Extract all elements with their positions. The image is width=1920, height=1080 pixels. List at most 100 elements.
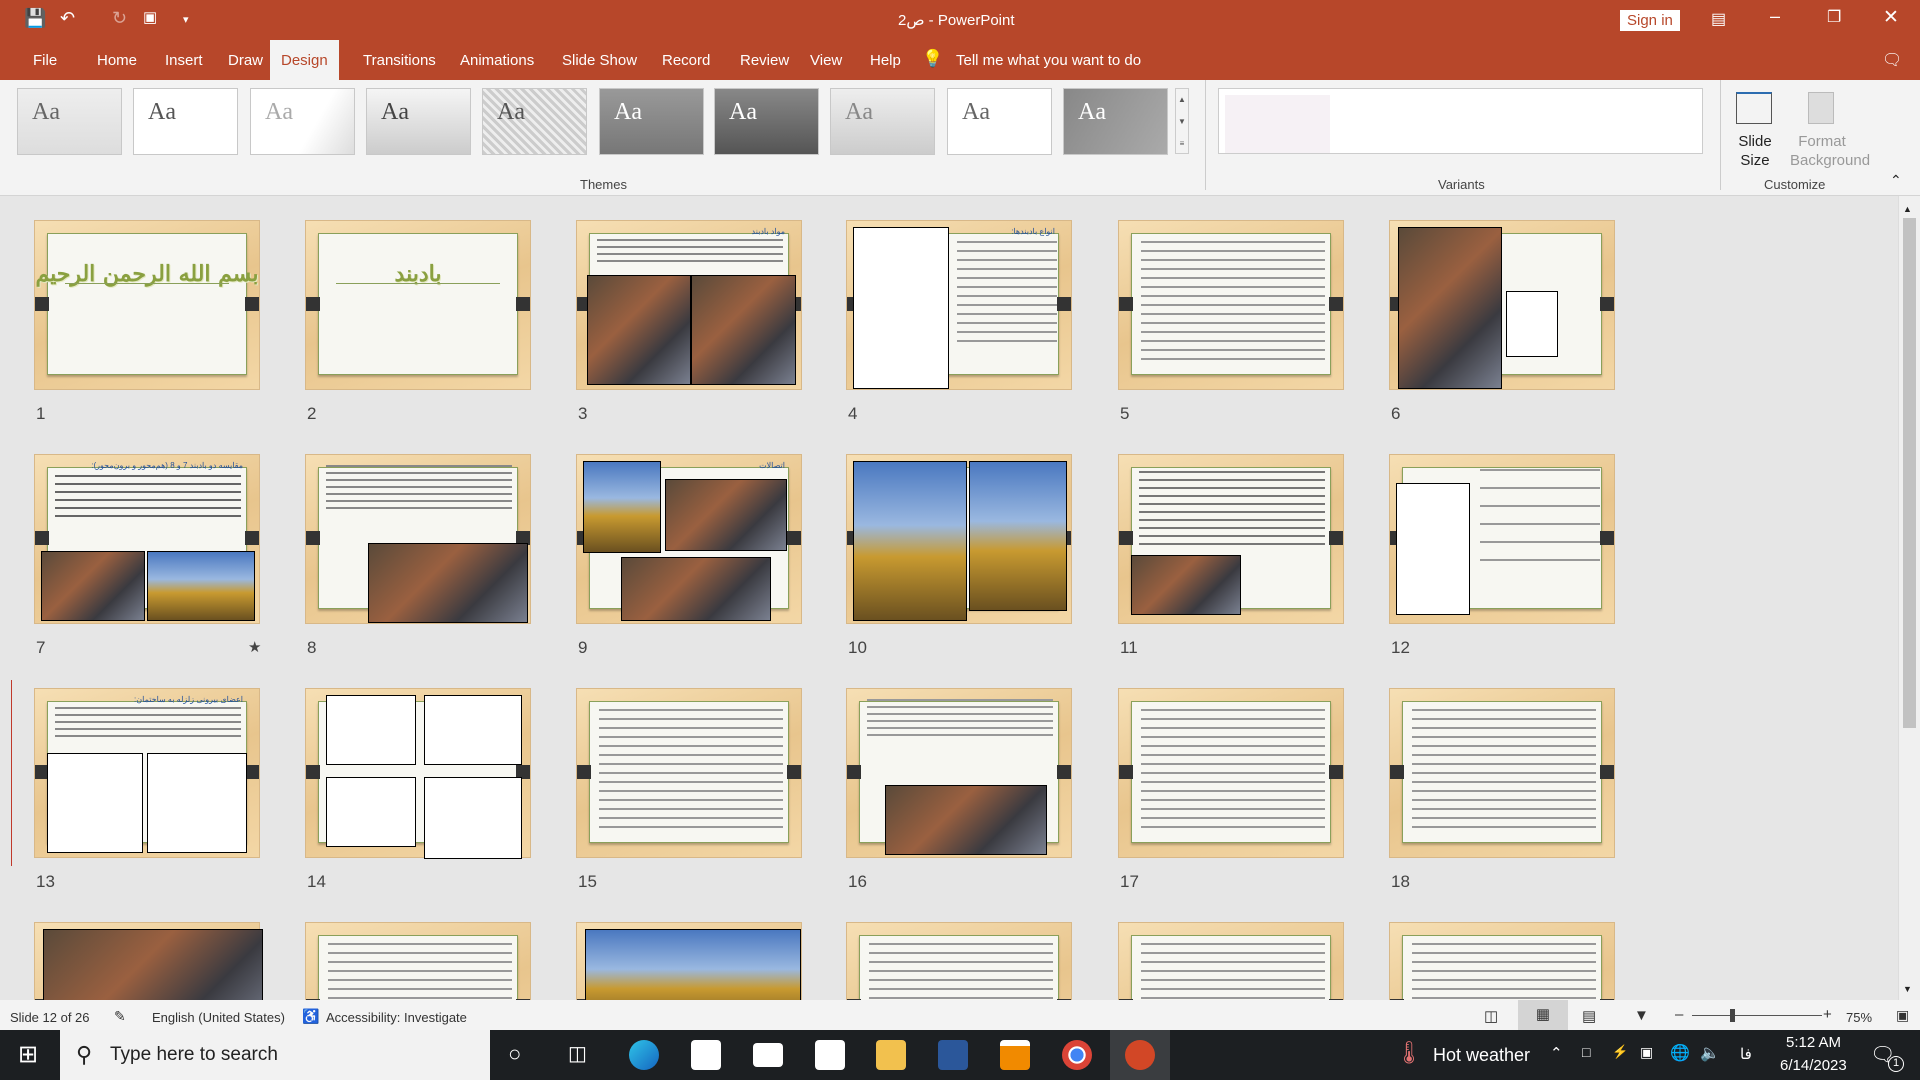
theme-option[interactable]: Aa (714, 88, 819, 155)
theme-option[interactable]: Aa (1063, 88, 1168, 155)
vertical-scrollbar[interactable]: ▲ ▼ (1898, 196, 1920, 1000)
slide-thumbnail[interactable] (576, 922, 802, 1000)
tab-help[interactable]: Help (859, 40, 912, 80)
zoom-out-button[interactable]: – (1675, 1006, 1683, 1023)
zoom-in-button[interactable]: + (1823, 1006, 1832, 1023)
close-button[interactable]: ✕ (1883, 6, 1899, 29)
volume-icon[interactable]: 🔈 (1700, 1043, 1720, 1063)
edge-icon[interactable] (629, 1040, 659, 1070)
tab-review[interactable]: Review (729, 40, 800, 80)
slide-thumbnail[interactable]: اتصالات (576, 454, 802, 624)
tab-home[interactable]: Home (86, 40, 148, 80)
slide-thumbnail[interactable] (305, 454, 531, 624)
slide-sorter-view-icon[interactable]: ▦ (1518, 1000, 1568, 1030)
fit-to-window-icon[interactable]: ▣ (1896, 1007, 1909, 1024)
sign-in-button[interactable]: Sign in (1620, 10, 1680, 31)
slide-thumbnail[interactable]: مواد بادبند (576, 220, 802, 390)
store-icon[interactable] (691, 1040, 721, 1070)
file-explorer-icon[interactable] (876, 1040, 906, 1070)
power-icon[interactable]: ⚡ (1612, 1044, 1628, 1060)
theme-option[interactable]: Aa (17, 88, 122, 155)
accessibility-status[interactable]: Accessibility: Investigate (326, 1010, 467, 1025)
mail-icon[interactable] (753, 1043, 783, 1067)
tab-design[interactable]: Design (270, 40, 339, 80)
tab-insert[interactable]: Insert (154, 40, 214, 80)
windows-start-icon[interactable]: ⊞ (18, 1040, 38, 1069)
slide-thumbnail[interactable] (1118, 220, 1344, 390)
tell-me-search[interactable]: Tell me what you want to do (956, 52, 1141, 69)
slide-thumbnail[interactable] (576, 688, 802, 858)
slide-thumbnail[interactable] (1118, 454, 1344, 624)
task-view-icon[interactable]: ◫ (568, 1041, 587, 1066)
slide-thumbnail[interactable] (1389, 220, 1615, 390)
theme-option[interactable]: Aa (250, 88, 355, 155)
theme-option[interactable]: Aa (133, 88, 238, 155)
comments-icon[interactable]: 🗨 (1882, 50, 1902, 70)
variants-gallery[interactable] (1218, 88, 1703, 154)
tab-transitions[interactable]: Transitions (352, 40, 447, 80)
language-status[interactable]: English (United States) (152, 1010, 285, 1025)
slide-thumbnail[interactable] (305, 922, 531, 1000)
theme-option[interactable]: Aa (830, 88, 935, 155)
theme-option[interactable]: Aa (366, 88, 471, 155)
photos-icon[interactable] (815, 1040, 845, 1070)
tab-record[interactable]: Record (651, 40, 721, 80)
network-status-icon[interactable]: ▣ (1640, 1044, 1653, 1061)
slide-thumbnail[interactable] (1118, 688, 1344, 858)
slide-thumbnail[interactable] (305, 688, 531, 859)
format-background-button[interactable]: Format Background (1790, 132, 1870, 170)
zoom-slider[interactable] (1692, 1015, 1822, 1016)
slide-thumbnail[interactable] (1389, 454, 1615, 624)
cortana-icon[interactable]: ○ (508, 1041, 521, 1067)
minimize-button[interactable]: – (1770, 6, 1780, 27)
theme-option[interactable]: Aa (599, 88, 704, 155)
powerpoint-taskbar-button[interactable] (1110, 1030, 1170, 1080)
slide-thumbnail[interactable]: بادبند (305, 220, 531, 390)
slide-thumbnail[interactable]: اعضای بیرونی زلزله به ساختمان: (34, 688, 260, 858)
undo-icon[interactable]: ↶ (60, 8, 75, 29)
accessibility-icon[interactable]: ♿ (302, 1008, 319, 1025)
theme-option[interactable]: Aa (482, 88, 587, 155)
normal-view-icon[interactable]: ◫ (1484, 1007, 1498, 1025)
slide-thumbnail[interactable]: مقایسه دو بادبند 7 و 8 (هم‌محور و برون‌م… (34, 454, 260, 624)
scroll-thumb[interactable] (1903, 218, 1916, 728)
collapse-ribbon-icon[interactable]: ⌃ (1890, 172, 1902, 189)
slide-thumbnail[interactable]: انواع بادبندها: (846, 220, 1072, 390)
slide-size-icon[interactable] (1736, 92, 1772, 124)
slide-thumbnail[interactable] (1389, 922, 1615, 1000)
slide-thumbnail[interactable]: بسم الله الرحمن الرحيم (34, 220, 260, 390)
slideshow-view-icon[interactable]: ▼ (1634, 1007, 1649, 1024)
slide-thumbnail[interactable] (846, 688, 1072, 858)
globe-icon[interactable]: 🌐 (1670, 1043, 1690, 1063)
meet-now-icon[interactable]: □ (1582, 1044, 1590, 1060)
clock-time[interactable]: 5:12 AM (1786, 1034, 1841, 1051)
show-hidden-icons[interactable]: ⌃ (1550, 1044, 1563, 1062)
redo-icon[interactable]: ↻ (112, 8, 127, 29)
customize-toolbar-icon[interactable]: ▾ (183, 13, 189, 26)
weather-text[interactable]: Hot weather (1433, 1045, 1530, 1066)
slide-thumbnail[interactable] (1389, 688, 1615, 858)
slide-thumbnail[interactable] (34, 922, 263, 1000)
clock-date[interactable]: 6/14/2023 (1780, 1057, 1847, 1074)
zoom-level[interactable]: 75% (1846, 1010, 1872, 1025)
reading-view-icon[interactable]: ▤ (1582, 1007, 1596, 1025)
slide-thumbnail[interactable] (846, 922, 1072, 1000)
chrome-icon[interactable] (1062, 1040, 1092, 1070)
themes-scroll[interactable]: ▲ ▼ ≡ (1175, 88, 1189, 154)
tab-view[interactable]: View (799, 40, 853, 80)
tab-draw[interactable]: Draw (217, 40, 274, 80)
tab-slide-show[interactable]: Slide Show (551, 40, 648, 80)
slide-size-button[interactable]: Slide Size (1730, 132, 1780, 170)
vlc-icon[interactable] (1000, 1040, 1030, 1070)
restore-button[interactable]: ❐ (1827, 7, 1841, 27)
slide-thumbnail[interactable] (1118, 922, 1344, 1000)
slide-thumbnail[interactable] (846, 454, 1072, 624)
tab-animations[interactable]: Animations (449, 40, 545, 80)
zoom-slider-thumb[interactable] (1730, 1009, 1735, 1022)
word-icon[interactable] (938, 1040, 968, 1070)
tab-file[interactable]: File (22, 40, 68, 80)
ribbon-display-options-icon[interactable]: ▤ (1711, 9, 1726, 29)
notes-icon[interactable]: ✎ (114, 1008, 126, 1025)
input-language[interactable]: فا (1740, 1045, 1752, 1063)
theme-option[interactable]: Aa (947, 88, 1052, 155)
